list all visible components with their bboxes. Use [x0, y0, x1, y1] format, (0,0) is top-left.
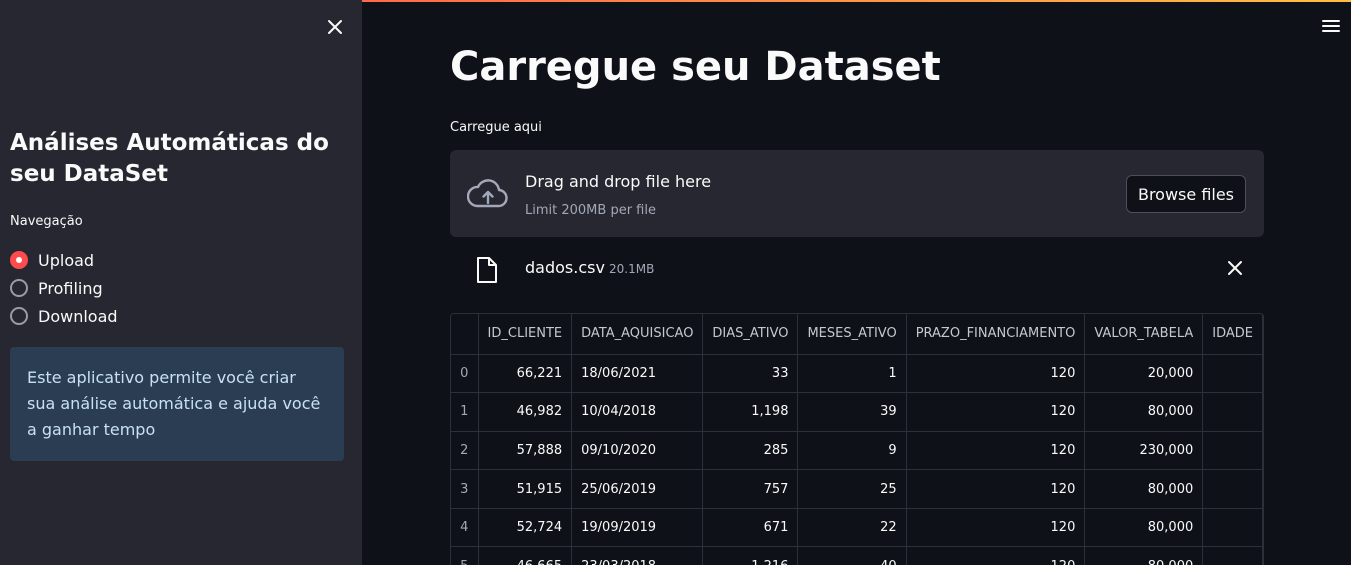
radio-label: Upload [38, 250, 95, 270]
upload-label: Carregue aqui [450, 120, 542, 135]
row-index: 0 [451, 354, 479, 394]
table-cell[interactable]: 66,221 [478, 354, 573, 394]
table-cell[interactable]: 25/06/2019 [571, 469, 704, 509]
table-cell[interactable]: 230,000 [1084, 431, 1204, 471]
table-cell[interactable]: 20,000 [1084, 354, 1204, 394]
table-cell[interactable]: 9 [797, 431, 907, 471]
navigation-radio-group: Upload Profiling Download [10, 246, 118, 330]
table-header-row: ID_CLIENTE DATA_AQUISICAO DIAS_ATIVO MES… [451, 314, 1263, 355]
table-cell[interactable] [1202, 354, 1263, 394]
navigation-label: Navegação [10, 214, 83, 229]
table-cell[interactable]: 40 [797, 546, 907, 565]
row-index: 4 [451, 508, 479, 548]
column-header[interactable]: MESES_ATIVO [797, 314, 907, 355]
table-cell[interactable]: 80,000 [1084, 508, 1204, 548]
table-cell[interactable]: 757 [702, 469, 799, 509]
column-header[interactable]: ID_CLIENTE [478, 314, 573, 355]
column-header[interactable] [451, 314, 479, 355]
radio-selected-icon [10, 251, 28, 269]
table-cell[interactable] [1202, 431, 1263, 471]
table-cell[interactable]: 52,724 [478, 508, 573, 548]
table-cell[interactable]: 23/03/2018 [571, 546, 704, 565]
table-cell[interactable]: 671 [702, 508, 799, 548]
remove-file-icon[interactable] [1226, 259, 1244, 277]
table-cell[interactable] [1202, 392, 1263, 432]
row-index: 5 [451, 546, 479, 565]
table-cell[interactable]: 57,888 [478, 431, 573, 471]
radio-upload[interactable]: Upload [10, 246, 118, 274]
close-sidebar-icon[interactable] [324, 16, 346, 38]
table-cell[interactable]: 1 [797, 354, 907, 394]
table-cell[interactable]: 22 [797, 508, 907, 548]
table-row: 2 57,888 09/10/2020 285 9 120 230,000 [451, 431, 1263, 471]
table-row: 1 46,982 10/04/2018 1,198 39 120 80,000 [451, 392, 1263, 432]
column-header[interactable]: PRAZO_FINANCIAMENTO [906, 314, 1086, 355]
table-cell[interactable]: 120 [906, 508, 1086, 548]
column-header[interactable]: DIAS_ATIVO [702, 314, 799, 355]
table-cell[interactable]: 120 [906, 354, 1086, 394]
radio-label: Download [38, 306, 118, 326]
table-cell[interactable]: 1,216 [702, 546, 799, 565]
table-cell[interactable]: 09/10/2020 [571, 431, 704, 471]
cloud-upload-icon [466, 177, 509, 211]
table-cell[interactable]: 46,665 [478, 546, 573, 565]
table-row: 4 52,724 19/09/2019 671 22 120 80,000 [451, 508, 1263, 548]
table-cell[interactable]: 33 [702, 354, 799, 394]
dataframe-table[interactable]: ID_CLIENTE DATA_AQUISICAO DIAS_ATIVO MES… [450, 313, 1264, 565]
table-cell[interactable] [1202, 508, 1263, 548]
radio-unselected-icon [10, 279, 28, 297]
table-cell[interactable]: 80,000 [1084, 392, 1204, 432]
table-cell[interactable]: 285 [702, 431, 799, 471]
table-cell[interactable]: 80,000 [1084, 546, 1204, 565]
table-cell[interactable] [1202, 469, 1263, 509]
row-index: 3 [451, 469, 479, 509]
table-cell[interactable]: 25 [797, 469, 907, 509]
table-row: 5 46,665 23/03/2018 1,216 40 120 80,000 [451, 546, 1263, 565]
dropzone-limit: Limit 200MB per file [525, 203, 656, 218]
page-title: Carregue seu Dataset [450, 44, 941, 90]
main-menu-icon[interactable] [1321, 16, 1341, 36]
table-row: 3 51,915 25/06/2019 757 25 120 80,000 [451, 469, 1263, 509]
file-icon [476, 256, 498, 284]
table-cell[interactable]: 80,000 [1084, 469, 1204, 509]
info-box: Este aplicativo permite você criar sua a… [10, 347, 344, 461]
table-cell[interactable]: 120 [906, 469, 1086, 509]
table-cell[interactable]: 120 [906, 546, 1086, 565]
sidebar: Análises Automáticas do seu DataSet Nave… [0, 0, 362, 565]
table-cell[interactable]: 10/04/2018 [571, 392, 704, 432]
column-header[interactable]: DATA_AQUISICAO [571, 314, 704, 355]
table-cell[interactable]: 19/09/2019 [571, 508, 704, 548]
radio-download[interactable]: Download [10, 302, 118, 330]
sidebar-title: Análises Automáticas do seu DataSet [10, 130, 329, 187]
radio-unselected-icon [10, 307, 28, 325]
table-cell[interactable]: 120 [906, 431, 1086, 471]
file-name: dados.csv [525, 258, 605, 277]
table-cell[interactable]: 120 [906, 392, 1086, 432]
radio-label: Profiling [38, 278, 103, 298]
table-row: 0 66,221 18/06/2021 33 1 120 20,000 [451, 354, 1263, 394]
table-cell[interactable]: 39 [797, 392, 907, 432]
uploaded-file: dados.csv 20.1MB [450, 246, 1264, 292]
table-cell[interactable] [1202, 546, 1263, 565]
radio-profiling[interactable]: Profiling [10, 274, 118, 302]
browse-files-button[interactable]: Browse files [1126, 175, 1246, 213]
column-header[interactable]: IDADE [1202, 314, 1263, 355]
dropzone-instructions: Drag and drop file here [525, 172, 712, 191]
table-cell[interactable]: 18/06/2021 [571, 354, 704, 394]
column-header[interactable]: VALOR_TABELA [1084, 314, 1204, 355]
file-dropzone[interactable]: Drag and drop file here Limit 200MB per … [450, 150, 1264, 237]
row-index: 2 [451, 431, 479, 471]
table-cell[interactable]: 1,198 [702, 392, 799, 432]
row-index: 1 [451, 392, 479, 432]
file-size: 20.1MB [609, 262, 655, 276]
table-cell[interactable]: 51,915 [478, 469, 573, 509]
table-cell[interactable]: 46,982 [478, 392, 573, 432]
